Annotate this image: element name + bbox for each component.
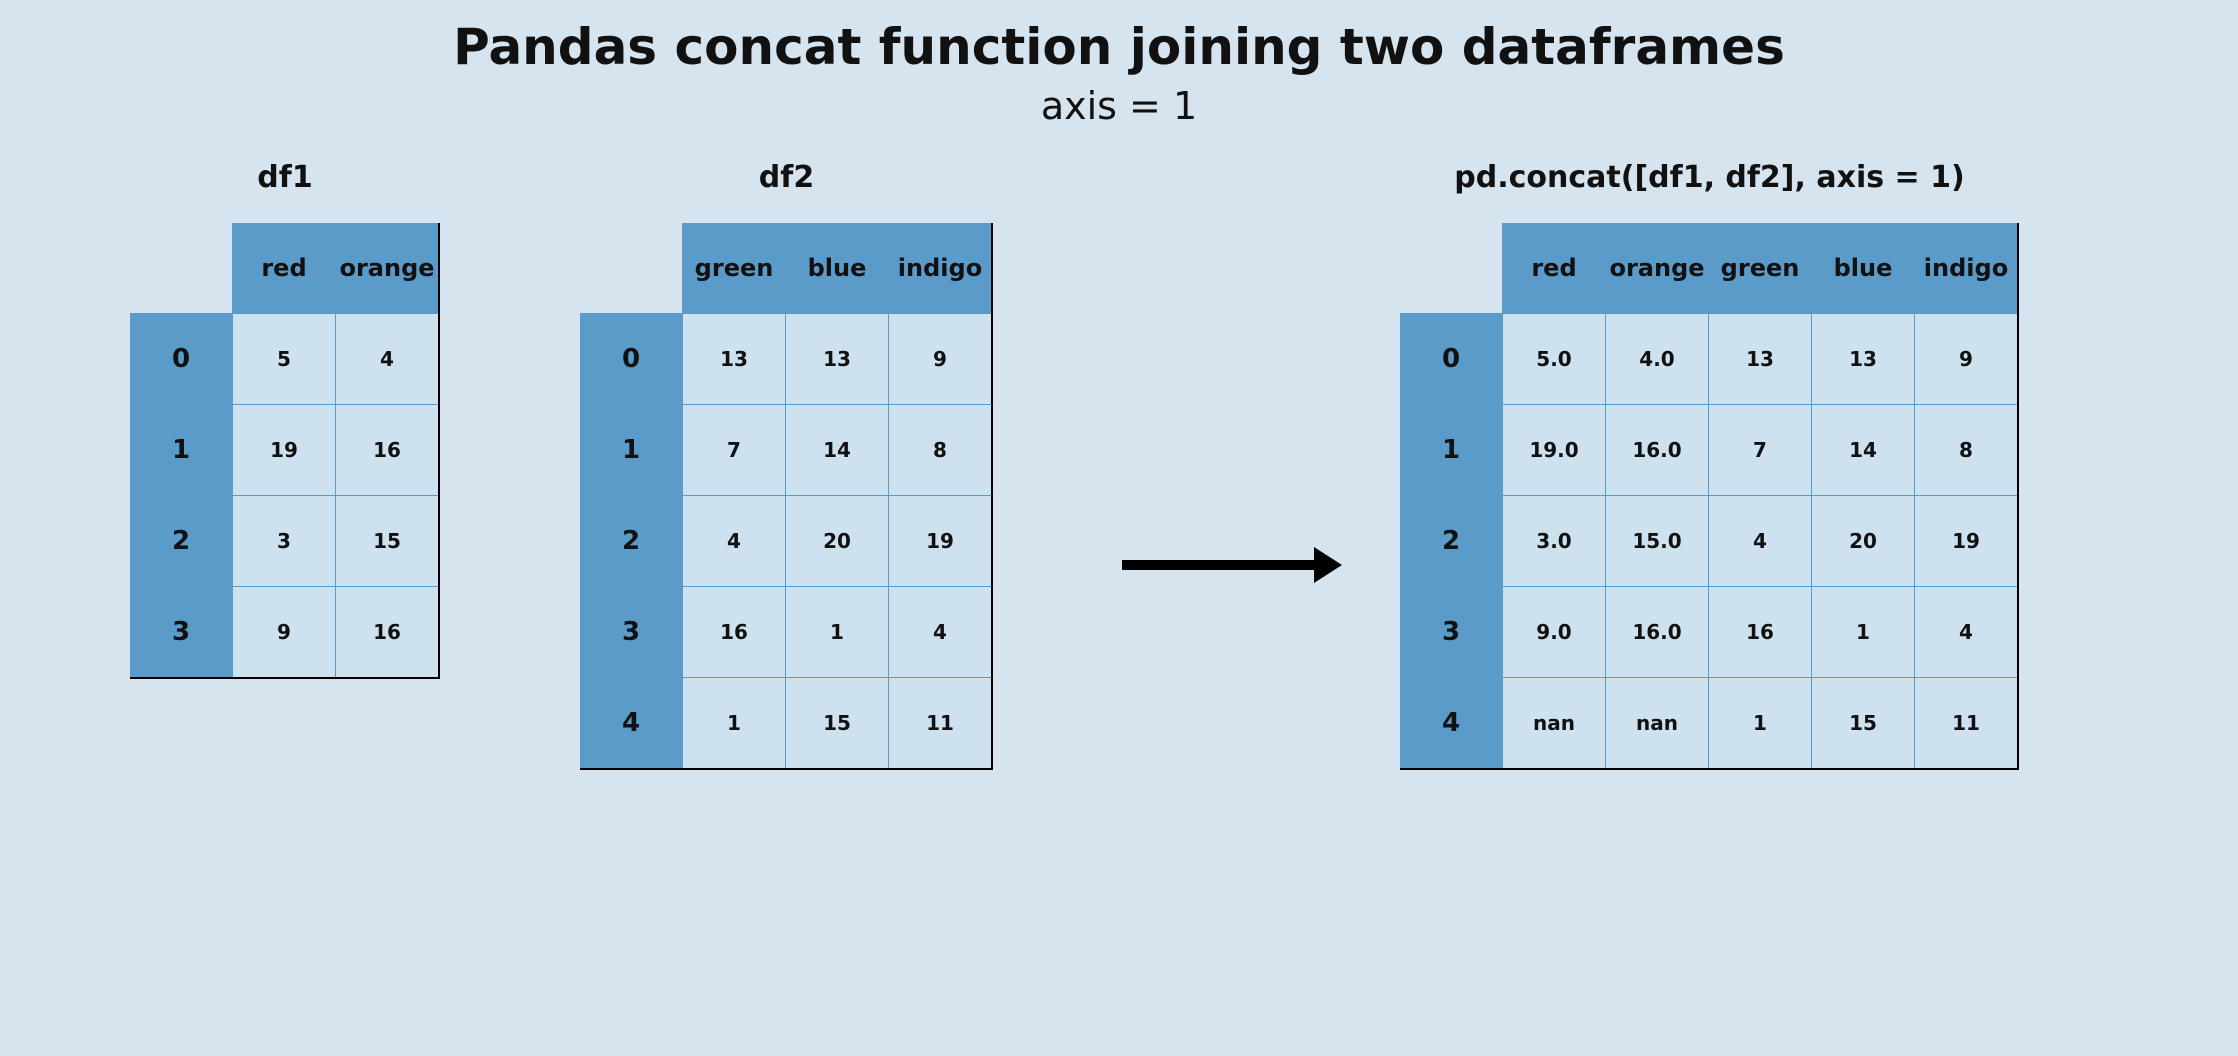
result-row-3: 3 bbox=[1400, 587, 1503, 678]
panel-df1: df1 red orange 0 5 4 1 19 16 2 3 15 bbox=[130, 160, 440, 679]
result-cell: nan bbox=[1503, 678, 1606, 770]
df2-col-1: blue bbox=[786, 223, 889, 314]
result-corner bbox=[1400, 223, 1503, 314]
result-row-1: 1 bbox=[1400, 405, 1503, 496]
df2-corner bbox=[580, 223, 683, 314]
page-title: Pandas concat function joining two dataf… bbox=[0, 0, 2238, 76]
result-row-4: 4 bbox=[1400, 678, 1503, 770]
df1-cell: 9 bbox=[233, 587, 336, 679]
df1-cell: 19 bbox=[233, 405, 336, 496]
result-col-3: blue bbox=[1812, 223, 1915, 314]
df1-row-2: 2 bbox=[130, 496, 233, 587]
result-cell: 11 bbox=[1915, 678, 2019, 770]
df1-cell: 16 bbox=[336, 405, 440, 496]
result-col-0: red bbox=[1503, 223, 1606, 314]
result-cell: 7 bbox=[1709, 405, 1812, 496]
result-cell: 9.0 bbox=[1503, 587, 1606, 678]
df2-cell: 13 bbox=[786, 314, 889, 405]
result-cell: 19.0 bbox=[1503, 405, 1606, 496]
result-cell: 4 bbox=[1709, 496, 1812, 587]
result-cell: 3.0 bbox=[1503, 496, 1606, 587]
result-cell: 16.0 bbox=[1606, 587, 1709, 678]
result-caption: pd.concat([df1, df2], axis = 1) bbox=[1454, 160, 1964, 195]
result-cell: 13 bbox=[1709, 314, 1812, 405]
df1-col-0: red bbox=[233, 223, 336, 314]
result-col-1: orange bbox=[1606, 223, 1709, 314]
result-cell: nan bbox=[1606, 678, 1709, 770]
df2-cell: 1 bbox=[786, 587, 889, 678]
panel-df2: df2 green blue indigo 0 13 13 9 1 7 14 8 bbox=[580, 160, 993, 770]
df2-cell: 13 bbox=[683, 314, 786, 405]
df1-col-1: orange bbox=[336, 223, 440, 314]
df2-row-3: 3 bbox=[580, 587, 683, 678]
result-cell: 9 bbox=[1915, 314, 2019, 405]
result-col-4: indigo bbox=[1915, 223, 2019, 314]
df1-cell: 3 bbox=[233, 496, 336, 587]
df1-row-0: 0 bbox=[130, 314, 233, 405]
df1-cell: 16 bbox=[336, 587, 440, 679]
df2-cell: 1 bbox=[683, 678, 786, 770]
df2-row-4: 4 bbox=[580, 678, 683, 770]
result-cell: 19 bbox=[1915, 496, 2019, 587]
result-cell: 4 bbox=[1915, 587, 2019, 678]
result-col-2: green bbox=[1709, 223, 1812, 314]
page-subtitle: axis = 1 bbox=[0, 84, 2238, 128]
result-cell: 5.0 bbox=[1503, 314, 1606, 405]
result-row-0: 0 bbox=[1400, 314, 1503, 405]
panel-result: pd.concat([df1, df2], axis = 1) red oran… bbox=[1400, 160, 2019, 770]
result-cell: 1 bbox=[1812, 587, 1915, 678]
df1-row-1: 1 bbox=[130, 405, 233, 496]
result-cell: 8 bbox=[1915, 405, 2019, 496]
result-cell: 13 bbox=[1812, 314, 1915, 405]
result-cell: 16 bbox=[1709, 587, 1812, 678]
df2-caption: df2 bbox=[759, 160, 814, 195]
df2-table: green blue indigo 0 13 13 9 1 7 14 8 2 4… bbox=[580, 223, 993, 770]
df2-row-0: 0 bbox=[580, 314, 683, 405]
df1-corner bbox=[130, 223, 233, 314]
result-cell: 15.0 bbox=[1606, 496, 1709, 587]
df2-cell: 14 bbox=[786, 405, 889, 496]
df2-col-0: green bbox=[683, 223, 786, 314]
df2-cell: 7 bbox=[683, 405, 786, 496]
df1-caption: df1 bbox=[257, 160, 312, 195]
df2-cell: 4 bbox=[889, 587, 993, 678]
result-table: red orange green blue indigo 0 5.0 4.0 1… bbox=[1400, 223, 2019, 770]
df2-cell: 19 bbox=[889, 496, 993, 587]
df2-cell: 8 bbox=[889, 405, 993, 496]
df2-row-1: 1 bbox=[580, 405, 683, 496]
df1-row-3: 3 bbox=[130, 587, 233, 679]
result-cell: 16.0 bbox=[1606, 405, 1709, 496]
df1-cell: 5 bbox=[233, 314, 336, 405]
df2-cell: 11 bbox=[889, 678, 993, 770]
result-cell: 20 bbox=[1812, 496, 1915, 587]
df1-cell: 4 bbox=[336, 314, 440, 405]
df2-col-2: indigo bbox=[889, 223, 993, 314]
result-row-2: 2 bbox=[1400, 496, 1503, 587]
df2-cell: 9 bbox=[889, 314, 993, 405]
result-cell: 15 bbox=[1812, 678, 1915, 770]
df1-table: red orange 0 5 4 1 19 16 2 3 15 3 9 16 bbox=[130, 223, 440, 679]
result-cell: 4.0 bbox=[1606, 314, 1709, 405]
df2-cell: 15 bbox=[786, 678, 889, 770]
df2-cell: 16 bbox=[683, 587, 786, 678]
arrow-icon bbox=[1122, 550, 1342, 580]
df1-cell: 15 bbox=[336, 496, 440, 587]
df2-row-2: 2 bbox=[580, 496, 683, 587]
result-cell: 1 bbox=[1709, 678, 1812, 770]
df2-cell: 20 bbox=[786, 496, 889, 587]
result-cell: 14 bbox=[1812, 405, 1915, 496]
df2-cell: 4 bbox=[683, 496, 786, 587]
